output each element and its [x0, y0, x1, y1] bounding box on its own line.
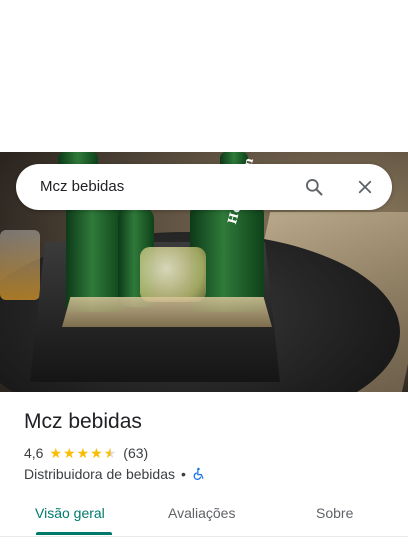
rating-stars: ★ ★ ★ ★ ★: [49, 446, 117, 460]
search-icon[interactable]: [302, 175, 326, 199]
photo-glass: [0, 230, 40, 300]
photo-ice: [140, 247, 206, 302]
tab-about[interactable]: Sobre: [316, 505, 353, 521]
star-half-icon: ★: [103, 445, 117, 461]
tabs-divider: [0, 536, 408, 537]
star-icon: ★: [76, 445, 90, 461]
tab-overview[interactable]: Visão geral: [35, 505, 105, 521]
star-icon: ★: [63, 445, 76, 461]
place-tabs: Visão geral Avaliações Sobre: [0, 494, 408, 538]
star-icon: ★: [49, 445, 63, 461]
star-icon: ★: [90, 445, 103, 461]
photo-bottle: [66, 192, 124, 312]
close-icon[interactable]: [353, 175, 377, 199]
active-tab-indicator: [36, 532, 112, 535]
search-bar[interactable]: Mcz bebidas: [16, 164, 392, 210]
photo-bucket-rim: [62, 297, 272, 327]
wheelchair-icon: [192, 467, 206, 481]
place-category: Distribuidora de bebidas: [24, 466, 175, 482]
rating-value: 4,6: [24, 445, 44, 461]
tab-reviews[interactable]: Avaliações: [168, 505, 235, 521]
review-count[interactable]: (63): [123, 445, 148, 461]
category-row: Distribuidora de bebidas •: [24, 466, 206, 482]
place-title: Mcz bebidas: [24, 410, 142, 433]
rating-row[interactable]: 4,6 ★ ★ ★ ★ ★ (63): [24, 445, 148, 461]
separator-dot: •: [180, 466, 186, 482]
map-blank-area: [0, 0, 408, 152]
search-input[interactable]: Mcz bebidas: [40, 178, 124, 195]
